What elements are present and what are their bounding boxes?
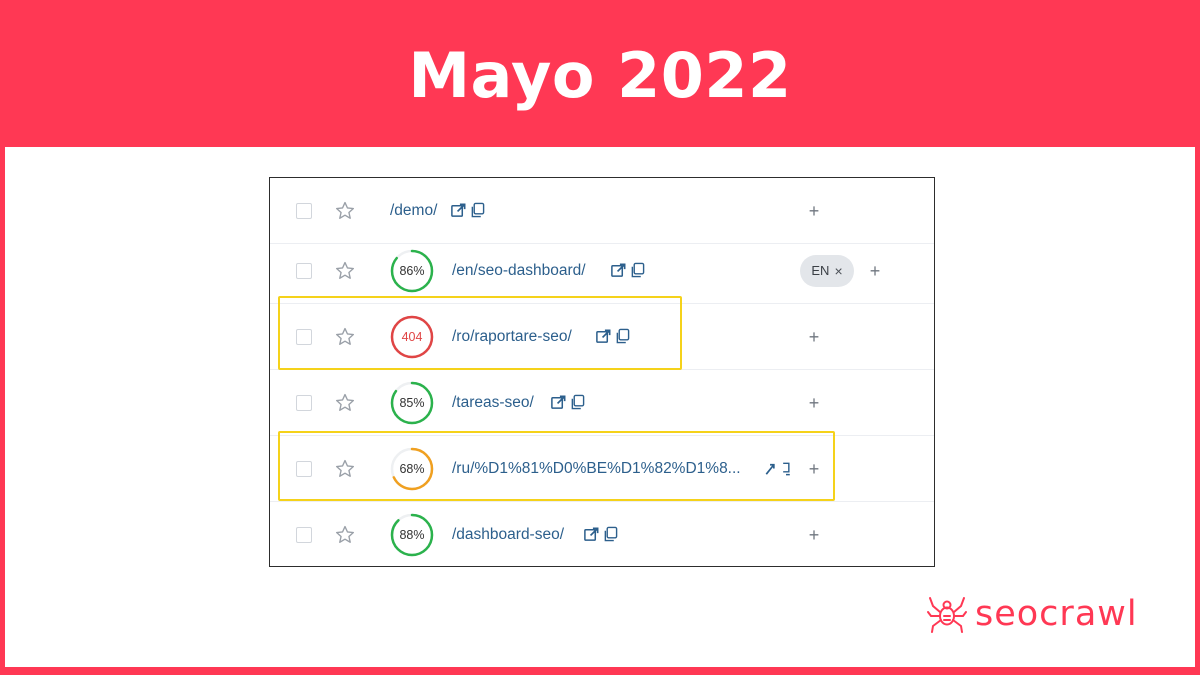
row-actions: [583, 526, 618, 544]
star-icon[interactable]: [334, 524, 356, 546]
add-tag-button[interactable]: +: [868, 260, 882, 282]
copy-icon[interactable]: [470, 202, 485, 219]
copy-icon[interactable]: [603, 526, 618, 543]
url-link[interactable]: /demo/: [390, 201, 437, 221]
highlight-box: [278, 431, 835, 501]
score-label: 88%: [399, 528, 425, 542]
copy-icon[interactable]: [570, 394, 585, 411]
table-row: 88% /dashboard-seo/ +: [270, 502, 934, 568]
row-actions: [450, 202, 485, 220]
score-label: 86%: [399, 263, 425, 278]
slide-title: Mayo 2022: [408, 39, 792, 112]
language-tag[interactable]: EN ×: [800, 254, 854, 287]
url-link[interactable]: /tareas-seo/: [452, 393, 534, 413]
star-icon[interactable]: [334, 392, 356, 414]
external-link-icon[interactable]: [450, 202, 467, 219]
star-icon[interactable]: [334, 200, 356, 222]
external-link-icon[interactable]: [610, 262, 627, 279]
row-checkbox[interactable]: [296, 202, 312, 219]
url-table: /demo/ + 86% /en/seo-dashboard/ EN × + 4…: [269, 177, 935, 567]
brand-logo: seocrawl: [927, 594, 1138, 634]
slide-header: Mayo 2022: [0, 0, 1200, 147]
row-checkbox[interactable]: [296, 394, 312, 411]
add-tag-button[interactable]: +: [807, 524, 821, 546]
score-label: 85%: [399, 395, 425, 410]
highlight-box: [278, 296, 682, 370]
url-link[interactable]: /dashboard-seo/: [452, 525, 564, 545]
external-link-icon[interactable]: [583, 526, 600, 543]
add-tag-button[interactable]: +: [807, 200, 821, 222]
table-row: 86% /en/seo-dashboard/ EN × +: [270, 238, 934, 304]
tag-remove-button[interactable]: ×: [834, 263, 842, 279]
row-actions: [550, 394, 585, 412]
row-actions: [610, 262, 645, 280]
add-tag-button[interactable]: +: [807, 392, 821, 414]
tag-label: EN: [811, 263, 830, 278]
row-checkbox[interactable]: [296, 527, 312, 543]
add-tag-button[interactable]: +: [807, 326, 821, 348]
external-link-icon[interactable]: [550, 394, 567, 411]
brand-name: seocrawl: [975, 594, 1138, 634]
copy-icon[interactable]: [630, 262, 645, 279]
spider-icon: [927, 597, 967, 633]
star-icon[interactable]: [334, 260, 356, 282]
slide-canvas: /demo/ + 86% /en/seo-dashboard/ EN × + 4…: [5, 147, 1195, 667]
table-row: 85% /tareas-seo/ +: [270, 370, 934, 436]
row-checkbox[interactable]: [296, 262, 312, 279]
table-row: /demo/ +: [270, 178, 934, 244]
url-link[interactable]: /en/seo-dashboard/: [452, 261, 586, 281]
